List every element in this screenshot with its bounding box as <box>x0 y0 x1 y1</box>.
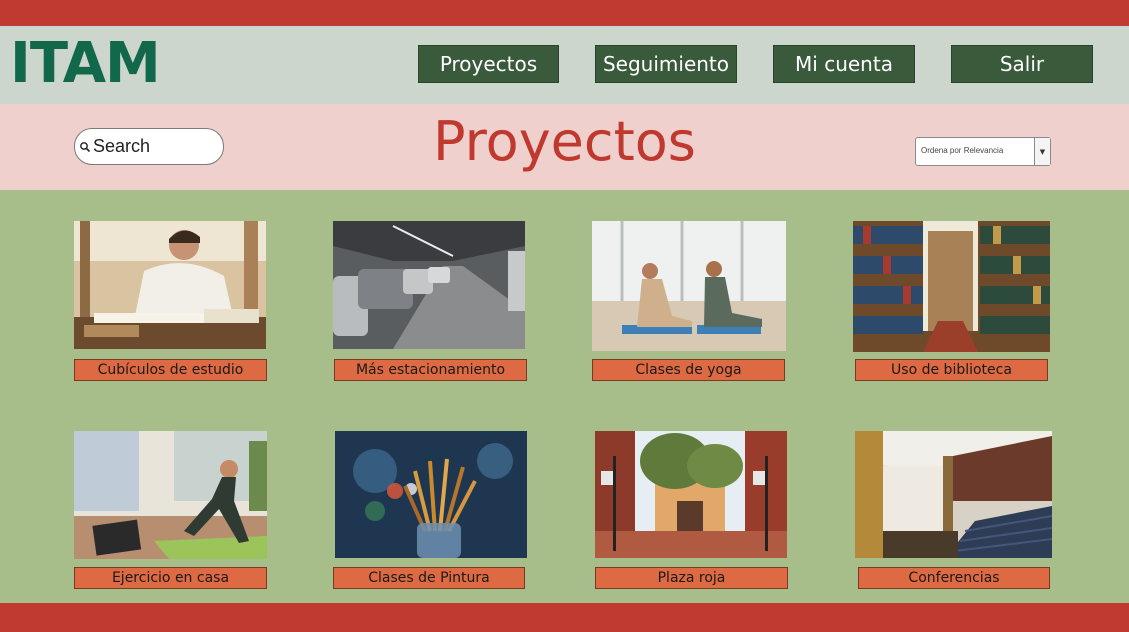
project-card-label[interactable]: Conferencias <box>858 567 1050 589</box>
search-box[interactable] <box>74 128 224 165</box>
project-card-label[interactable]: Plaza roja <box>595 567 788 589</box>
bottom-bar <box>0 603 1129 632</box>
red-plaza-photo[interactable] <box>595 431 787 558</box>
top-bar <box>0 0 1129 26</box>
chevron-down-icon[interactable]: ▼ <box>1034 138 1050 165</box>
project-card-label[interactable]: Clases de yoga <box>592 359 785 381</box>
project-card-label[interactable]: Uso de biblioteca <box>855 359 1048 381</box>
library-shelves-photo[interactable] <box>853 221 1050 352</box>
home-exercise-photo[interactable] <box>74 431 267 559</box>
paint-brushes-photo[interactable] <box>335 431 527 558</box>
auditorium-photo[interactable] <box>855 431 1052 558</box>
project-card-label[interactable]: Clases de Pintura <box>333 567 525 589</box>
nav-salir-button[interactable]: Salir <box>951 45 1093 83</box>
project-card-label[interactable]: Cubículos de estudio <box>74 359 267 381</box>
student-studying-photo[interactable] <box>74 221 266 349</box>
sort-select[interactable]: Ordena por Relevancia ▼ <box>915 137 1051 166</box>
title-band: Proyectos Ordena por Relevancia ▼ <box>0 104 1129 190</box>
sort-selected-value: Ordena por Relevancia <box>921 146 1004 155</box>
itam-logo[interactable]: ITAM <box>10 36 161 92</box>
header: ITAM Proyectos Seguimiento Mi cuenta Sal… <box>0 26 1129 104</box>
parking-garage-photo[interactable] <box>333 221 525 349</box>
nav-seguimiento-button[interactable]: Seguimiento <box>595 45 737 83</box>
nav-proyectos-button[interactable]: Proyectos <box>418 45 559 83</box>
search-input[interactable] <box>93 136 213 157</box>
nav-mi-cuenta-button[interactable]: Mi cuenta <box>773 45 915 83</box>
yoga-class-photo[interactable] <box>592 221 786 351</box>
search-icon <box>80 141 91 152</box>
project-card-label[interactable]: Más estacionamiento <box>334 359 527 381</box>
project-card-label[interactable]: Ejercicio en casa <box>74 567 267 589</box>
